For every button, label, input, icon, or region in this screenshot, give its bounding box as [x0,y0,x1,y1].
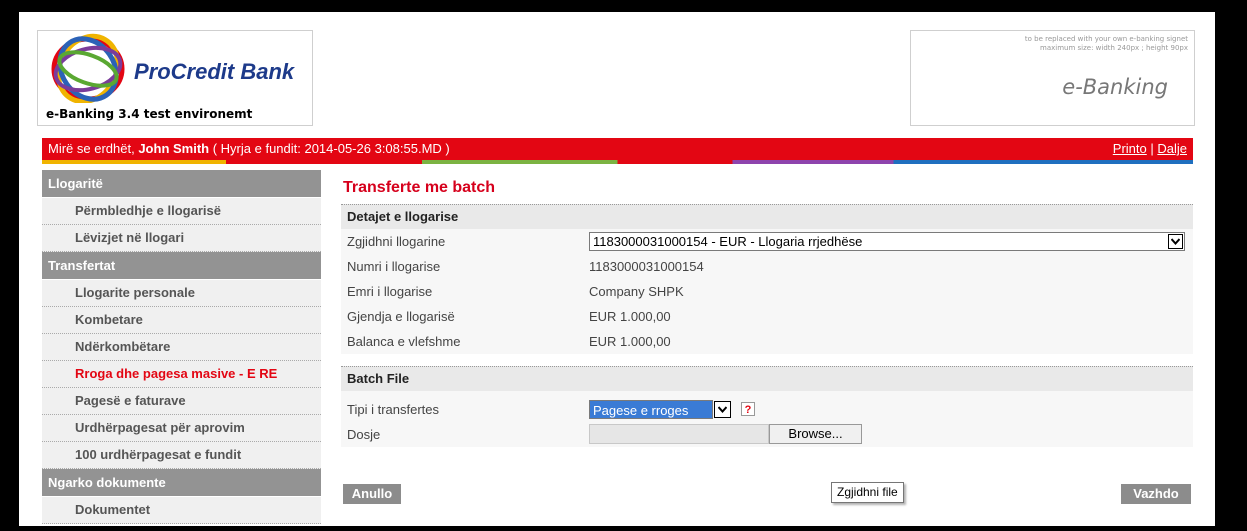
file-label: Dosje [347,427,381,442]
chevron-down-icon[interactable] [714,401,731,418]
sidebar: Llogaritë Përmbledhje e llogarisë Lëvizj… [42,170,321,524]
page-title: Transferte me batch [343,179,496,196]
browse-button[interactable]: Browse... [769,424,862,444]
account-number: 1183000031000154 [589,259,704,274]
main-content: Transferte me batch Detajet e llogarise … [341,172,1193,447]
signet-placeholder: to be replaced with your own e-banking s… [910,30,1195,126]
sidebar-item-last-100-orders[interactable]: 100 urdhërpagesat e fundit [42,442,321,469]
account-balance-row: Gjendja e llogarisë EUR 1.000,00 [341,304,1193,329]
bank-logo: ProCredit Bank e-Banking 3.4 test enviro… [37,30,313,126]
sidebar-item-bill-payments[interactable]: Pagesë e faturave [42,388,321,415]
account-details: Zgjidhni llogarine 1183000031000154 - EU… [341,229,1193,354]
sidebar-item-account-summary[interactable]: Përmbledhje e llogarisë [42,198,321,225]
account-balance: EUR 1.000,00 [589,309,671,324]
batch-file-section: Tipi i transfertes Pagese e rroges ? Dos… [341,391,1193,447]
transfer-type-label: Tipi i transfertes [347,402,439,417]
account-select-row: Zgjidhni llogarine 1183000031000154 - EU… [341,229,1193,254]
sidebar-item-international[interactable]: Ndërkombëtare [42,334,321,361]
user-name: John Smith [138,141,210,156]
file-path-input[interactable] [589,424,769,444]
account-name: Company SHPK [589,284,684,299]
account-select[interactable]: 1183000031000154 - EUR - Llogaria rrjedh… [589,232,1185,251]
help-icon[interactable]: ? [741,402,755,416]
logout-link[interactable]: Dalje [1157,141,1187,156]
cancel-button[interactable]: Anullo [343,484,401,504]
top-links: Printo | Dalje [1112,141,1187,156]
account-select-label: Zgjidhni llogarine [347,234,446,249]
available-balance: EUR 1.000,00 [589,334,671,349]
welcome-bar: Mirë se erdhët, John Smith ( Hyrja e fun… [42,138,1193,160]
available-balance-row: Balanca e vlefshme EUR 1.000,00 [341,329,1193,354]
signet-title: e-Banking [1062,75,1168,99]
welcome-text: Mirë se erdhët, John Smith ( Hyrja e fun… [48,141,450,156]
sidebar-item-national[interactable]: Kombetare [42,307,321,334]
account-details-heading: Detajet e llogarise [341,204,1193,229]
tooltip: Zgjidhni file [831,482,904,503]
continue-button[interactable]: Vazhdo [1121,484,1191,504]
sidebar-header-accounts[interactable]: Llogaritë [42,170,321,198]
app-window: ProCredit Bank e-Banking 3.4 test enviro… [16,9,1218,529]
sidebar-item-personal-accounts[interactable]: Llogarite personale [42,280,321,307]
batch-file-heading: Batch File [341,366,1193,391]
file-row: Dosje Browse... [341,422,1193,447]
sidebar-item-account-movements[interactable]: Lëvizjet në llogari [42,225,321,252]
chevron-down-icon[interactable] [1168,234,1183,249]
print-link[interactable]: Printo [1113,141,1147,156]
sidebar-header-transfers[interactable]: Transfertat [42,252,321,280]
account-name-row: Emri i llogarise Company SHPK [341,279,1193,304]
app-version: e-Banking 3.4 test environemt [46,107,253,121]
sidebar-item-documents[interactable]: Dokumentet [42,497,321,524]
transfer-type-value[interactable]: Pagese e rroges [589,400,713,419]
last-login: ( Hyrja e fundit: 2014-05-26 3:08:55.MD … [209,141,450,156]
bank-name: ProCredit Bank [134,59,295,84]
transfer-type-row: Tipi i transfertes Pagese e rroges ? [341,397,1193,422]
color-stripe [42,160,1193,164]
sidebar-item-orders-for-approval[interactable]: Urdhërpagesat për aprovim [42,415,321,442]
sidebar-header-upload-documents[interactable]: Ngarko dokumente [42,469,321,497]
sidebar-item-salary-mass-payments[interactable]: Rroga dhe pagesa masive - E RE [42,361,321,388]
account-number-row: Numri i llogarise 1183000031000154 [341,254,1193,279]
transfer-type-select[interactable]: Pagese e rroges [589,400,735,419]
signet-note: to be replaced with your own e-banking s… [1024,35,1188,52]
